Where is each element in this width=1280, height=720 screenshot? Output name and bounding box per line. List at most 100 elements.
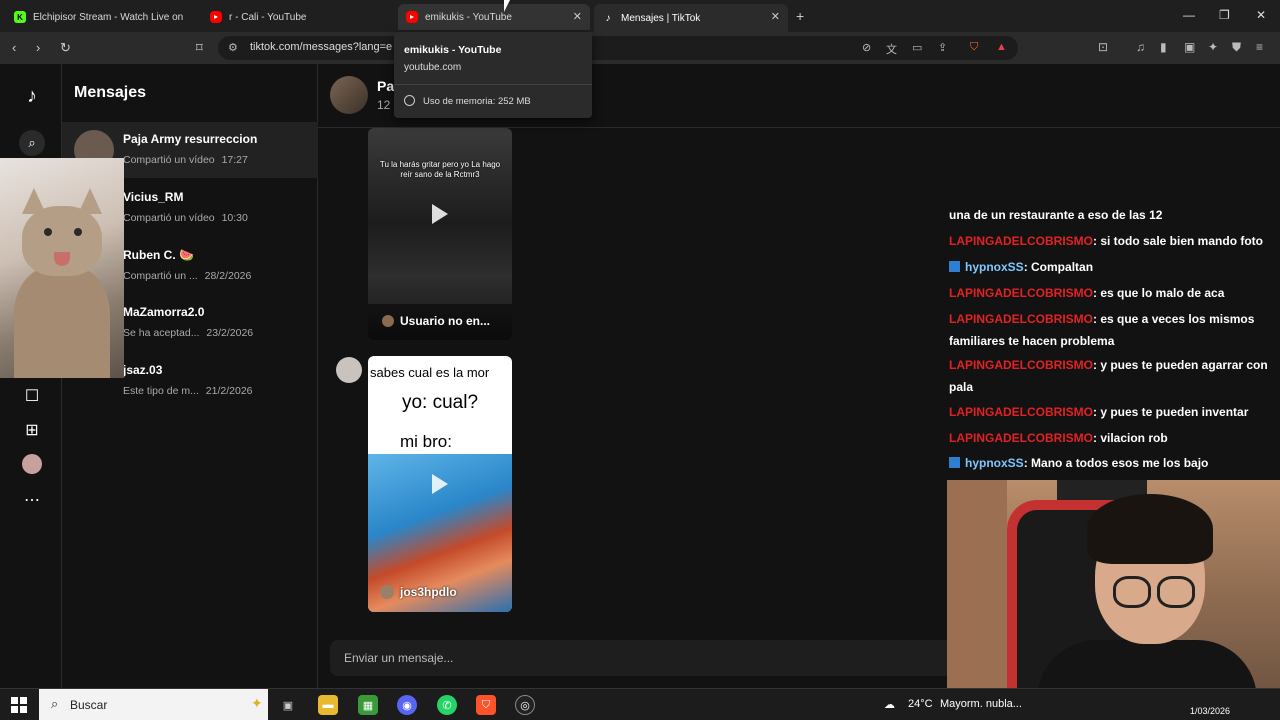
- leo-ai-icon[interactable]: ✦: [1208, 40, 1218, 54]
- tab-title: emikukis - YouTube: [425, 11, 512, 23]
- taskbar-search[interactable]: ⌕ Buscar ✦: [39, 689, 268, 720]
- browser-toolbar: ‹ › ↻ ⌑ ⚙ tiktok.com/messages?lang=e ⊘ 文…: [0, 32, 1280, 64]
- share-icon[interactable]: ⇪: [938, 41, 947, 54]
- chat-title[interactable]: Pa: [377, 78, 394, 94]
- message-input[interactable]: [344, 649, 844, 667]
- music-icon[interactable]: ♫: [1136, 40, 1145, 54]
- webcam-background: [947, 480, 1007, 706]
- conversation-preview: Compartió un vídeo 10:30: [123, 212, 248, 224]
- windows-start-icon[interactable]: [11, 697, 27, 713]
- chat-message: LAPINGADELCOBRISMO: es que lo malo de ac…: [949, 286, 1225, 300]
- weather-icon[interactable]: ☁: [884, 698, 895, 711]
- chat-message: LAPINGADELCOBRISMO: y pues te pueden inv…: [949, 405, 1249, 419]
- avatar[interactable]: [330, 76, 368, 114]
- more-icon[interactable]: ⋯: [20, 488, 44, 512]
- avatar[interactable]: [22, 454, 42, 474]
- brave-rewards-icon[interactable]: ▲: [996, 41, 1007, 53]
- weather-temp[interactable]: 24°C: [908, 698, 933, 710]
- video-caption: Tu la harás gritar pero yo La hago reír …: [379, 160, 501, 179]
- maximize-button[interactable]: ❐: [1219, 8, 1230, 22]
- bookmark-icon[interactable]: ⌑: [196, 40, 203, 56]
- avatar: [380, 585, 394, 599]
- wallet-icon[interactable]: ▣: [1184, 40, 1195, 54]
- conversation-preview: Compartió un vídeo 17:27: [123, 154, 248, 166]
- no-camera-icon[interactable]: ⊘: [862, 41, 871, 54]
- tooltip-host: youtube.com: [404, 62, 462, 73]
- tab-title: r - Cali - YouTube: [229, 11, 307, 23]
- badge-icon: [949, 457, 960, 468]
- youtube-icon: [406, 11, 418, 23]
- screenshot-icon[interactable]: ⊡: [1098, 40, 1108, 54]
- cat-body: [14, 266, 110, 378]
- search-icon[interactable]: ⌕: [19, 130, 45, 156]
- sparkle-icon: ✦: [251, 695, 263, 711]
- close-window-button[interactable]: ✕: [1256, 8, 1266, 22]
- vpn-icon[interactable]: ⛊: [1232, 40, 1241, 55]
- upload-icon[interactable]: ⊞: [20, 418, 44, 442]
- search-icon: ⌕: [51, 696, 59, 711]
- avatar[interactable]: [336, 357, 362, 383]
- page-title: Mensajes: [74, 84, 147, 101]
- tab-title: Mensajes | TikTok: [621, 12, 701, 24]
- shared-video[interactable]: Tu la harás gritar pero yo La hago reír …: [368, 128, 512, 340]
- avatar: [382, 315, 394, 327]
- sidebar-icon[interactable]: ▮: [1160, 40, 1167, 54]
- brave-icon[interactable]: ⛉: [476, 695, 496, 715]
- site-info-icon[interactable]: ⚙: [228, 41, 238, 54]
- close-icon[interactable]: ✕: [573, 10, 582, 23]
- reload-button[interactable]: ↻: [60, 40, 71, 56]
- file-explorer-icon[interactable]: ▬: [318, 695, 338, 715]
- video-footer: Usuario no en...: [368, 304, 512, 340]
- tiktok-logo-icon[interactable]: ♪: [20, 84, 44, 108]
- tab-strip: K Elchipisor Stream - Watch Live on r - …: [0, 0, 1280, 32]
- play-icon: [432, 474, 448, 494]
- conversation-name: MaZamorra2.0: [123, 305, 205, 319]
- new-tab-button[interactable]: +: [796, 8, 804, 24]
- weather-text[interactable]: Mayorm. nubla...: [940, 698, 1022, 710]
- obs-icon[interactable]: ◎: [515, 695, 535, 715]
- conversation-name: Paja Army resurreccion: [123, 132, 258, 146]
- menu-icon[interactable]: ≡: [1256, 40, 1263, 54]
- video-text: sabes cual es la mor: [370, 365, 490, 380]
- badge-icon: [949, 261, 960, 272]
- tab-youtube-cali[interactable]: r - Cali - YouTube: [202, 4, 392, 30]
- cat-eye: [74, 228, 82, 236]
- video-text: yo: cual?: [401, 392, 479, 413]
- mouse-cursor-icon: [504, 0, 510, 12]
- video-author: jos3hpdlo: [400, 585, 457, 599]
- translate-icon[interactable]: 文: [886, 41, 897, 57]
- tab-title: Elchipisor Stream - Watch Live on: [33, 11, 184, 23]
- conversation-preview: Se ha aceptad... 23/2/2026: [123, 327, 254, 339]
- back-button[interactable]: ‹: [12, 40, 16, 55]
- tab-kick[interactable]: K Elchipisor Stream - Watch Live on: [6, 4, 192, 30]
- discord-icon[interactable]: ◉: [397, 695, 417, 715]
- search-label: Buscar: [70, 698, 108, 712]
- stream-chat-overlay: una de un restaurante a eso de las 12 LA…: [947, 194, 1280, 474]
- video-text: mi bro:: [400, 432, 452, 451]
- streamer-webcam: [947, 480, 1280, 706]
- cat-webcam: [0, 158, 124, 378]
- tab-youtube-emikukis[interactable]: emikukis - YouTube ✕: [398, 4, 590, 30]
- play-icon: [432, 204, 448, 224]
- tab-tiktok-messages[interactable]: ♪ Mensajes | TikTok ✕: [594, 4, 788, 32]
- forward-button[interactable]: ›: [36, 40, 40, 55]
- youtube-icon: [210, 11, 222, 23]
- chat-message: LAPINGADELCOBRISMO: es que a veces los m…: [949, 312, 1255, 348]
- whatsapp-icon[interactable]: ✆: [437, 695, 457, 715]
- cat-eye: [44, 228, 52, 236]
- minimize-button[interactable]: —: [1183, 8, 1195, 22]
- minecraft-icon[interactable]: ▦: [358, 695, 378, 715]
- clock-date[interactable]: 1/03/2026: [1190, 706, 1230, 716]
- chat-message: una de un restaurante a eso de las 12: [949, 208, 1163, 222]
- cast-icon[interactable]: ▭: [912, 41, 922, 54]
- task-view-icon[interactable]: ▣: [278, 695, 298, 715]
- close-icon[interactable]: ✕: [771, 10, 780, 23]
- address-bar[interactable]: ⚙ tiktok.com/messages?lang=e ⊘ 文 ▭ ⇪ ⛉ ▲: [218, 36, 1018, 60]
- brave-shield-icon[interactable]: ⛉: [970, 41, 978, 54]
- inbox-icon[interactable]: ☐: [20, 384, 44, 408]
- taskbar: ⌕ Buscar ✦ ▣ ▬ ▦ ◉ ✆ ⛉ ◎ ☁ 24°C Mayorm. …: [0, 688, 1280, 720]
- conversation-preview: Este tipo de m... 21/2/2026: [123, 385, 253, 397]
- tab-tooltip: emikukis - YouTube youtube.com Uso de me…: [394, 32, 592, 118]
- url-text: tiktok.com/messages?lang=e: [250, 41, 393, 53]
- shared-video[interactable]: sabes cual es la mor yo: cual? mi bro: j…: [368, 356, 512, 612]
